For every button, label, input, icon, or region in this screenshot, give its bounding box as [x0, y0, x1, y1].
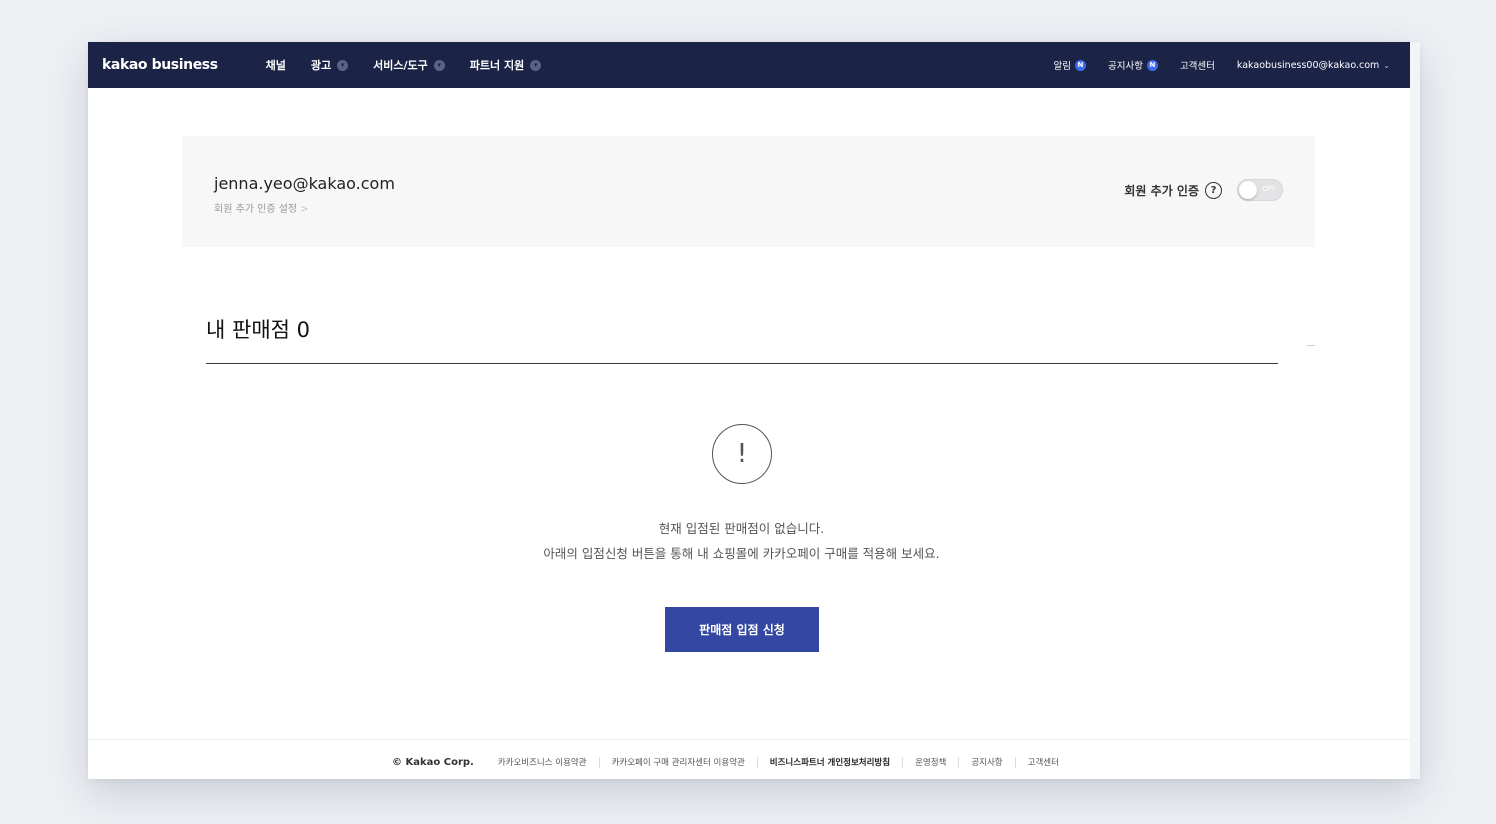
section-divider [206, 363, 1278, 364]
footer: © Kakao Corp. 카카오비즈니스 이용약관 카카오페이 구매 관리자센… [88, 739, 1410, 779]
account-email-title: jenna.yeo@kakao.com [214, 174, 395, 193]
footer-link-kakaobusiness-terms[interactable]: 카카오비즈니스 이용약관 [498, 756, 587, 768]
new-badge: N [1146, 59, 1158, 71]
nav-item-label: 파트너 지원 [469, 59, 525, 72]
footer-link-kakaopay-terms[interactable]: 카카오페이 구매 관리자센터 이용약관 [612, 756, 745, 768]
top-navigation-bar: kakao business 채널 광고 ▾ 서비스/도구 ▾ 파트너 지원 ▾ [88, 42, 1410, 88]
footer-divider [902, 756, 904, 768]
exclamation-icon: ! [712, 424, 772, 484]
auth-settings-link[interactable]: 회원 추가 인증 설정 > [214, 200, 309, 215]
browser-window: kakao business 채널 광고 ▾ 서비스/도구 ▾ 파트너 지원 ▾ [88, 42, 1420, 779]
decorative-dash [1307, 345, 1315, 346]
scrollbar-track[interactable] [1410, 42, 1420, 779]
main-nav: 채널 광고 ▾ 서비스/도구 ▾ 파트너 지원 ▾ [266, 57, 567, 73]
empty-message-detail: 아래의 입점신청 버튼을 통해 내 쇼핑몰에 카카오페이 구매를 적용해 보세요… [543, 546, 940, 561]
account-card: jenna.yeo@kakao.com 회원 추가 인증 설정 > 회원 추가 인… [182, 136, 1315, 247]
footer-link-operation-policy[interactable]: 운영정책 [915, 756, 946, 768]
nav-item-label: 서비스/도구 [373, 59, 428, 72]
nav-item-channel[interactable]: 채널 [266, 57, 286, 73]
kakao-business-logo[interactable]: kakao business [102, 57, 218, 73]
nav-item-services-tools[interactable]: 서비스/도구 ▾ [373, 57, 445, 73]
chevron-down-icon: ▾ [433, 59, 445, 71]
store-apply-button[interactable]: 판매점 입점 신청 [665, 607, 819, 652]
auth-settings-label: 회원 추가 인증 설정 [214, 204, 298, 215]
auth-toggle[interactable]: OFF [1237, 179, 1283, 201]
footer-links: © Kakao Corp. 카카오비즈니스 이용약관 카카오페이 구매 관리자센… [392, 756, 1059, 768]
footer-link-support[interactable]: 고객센터 [1028, 756, 1059, 768]
footer-link-privacy-policy[interactable]: 비즈니스파트너 개인정보처리방침 [770, 756, 890, 768]
toggle-state-label: OFF [1262, 185, 1276, 193]
nav-item-label: 채널 [265, 59, 286, 72]
chevron-down-icon: ▾ [337, 59, 349, 71]
nav-item-label: 광고 [310, 59, 332, 72]
chevron-right-icon: > [300, 204, 309, 215]
alerts-label: 알림 [1053, 61, 1071, 72]
footer-divider [1014, 756, 1016, 768]
notices-link[interactable]: 공지사항 N [1108, 58, 1158, 72]
notices-label: 공지사항 [1107, 61, 1143, 72]
additional-auth-control: 회원 추가 인증 ? OFF [1124, 179, 1283, 201]
page-content: kakao business 채널 광고 ▾ 서비스/도구 ▾ 파트너 지원 ▾ [88, 42, 1410, 779]
chevron-down-icon: ⌄ [1383, 60, 1390, 70]
account-menu[interactable]: kakaobusiness00@kakao.com ⌄ [1237, 60, 1390, 71]
copyright: © Kakao Corp. [392, 756, 474, 768]
help-icon[interactable]: ? [1205, 181, 1222, 199]
auth-label: 회원 추가 인증 [1124, 183, 1199, 198]
chevron-down-icon: ▾ [530, 59, 542, 71]
support-link[interactable]: 고객센터 [1180, 58, 1215, 72]
toggle-knob [1239, 181, 1257, 199]
footer-link-notices[interactable]: 공지사항 [971, 756, 1002, 768]
footer-divider [958, 756, 960, 768]
nav-item-partner-support[interactable]: 파트너 지원 ▾ [469, 57, 542, 73]
alerts-link[interactable]: 알림 N [1053, 58, 1086, 72]
footer-divider [756, 756, 758, 768]
footer-divider [598, 756, 600, 768]
utility-menu: 알림 N 공지사항 N 고객센터 kakaobusiness00@kakao.c… [1031, 58, 1390, 72]
nav-item-ads[interactable]: 광고 ▾ [310, 57, 349, 73]
empty-message: 현재 입점된 판매점이 없습니다. [658, 521, 825, 536]
page-title: 내 판매점 0 [206, 318, 310, 342]
new-badge: N [1074, 59, 1086, 71]
account-email: kakaobusiness00@kakao.com [1236, 59, 1380, 71]
